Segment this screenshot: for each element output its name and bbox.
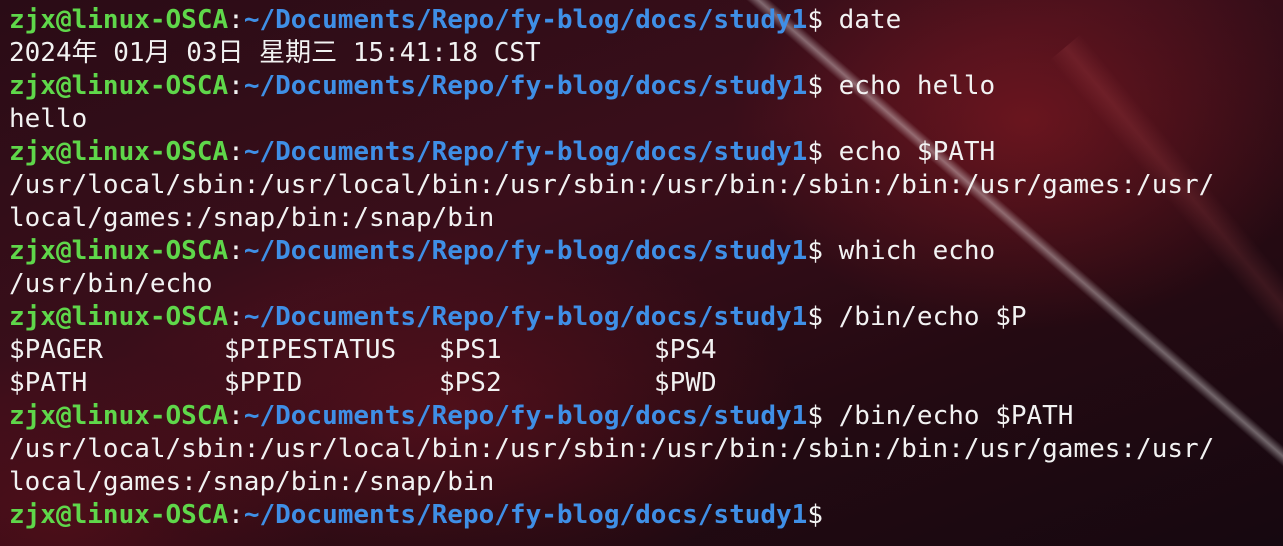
prompt-user-host: zjx@linux-OSCA [9, 71, 229, 101]
completion-item: $PPID [224, 368, 303, 398]
prompt-user-host: zjx@linux-OSCA [9, 5, 229, 35]
prompt-line: zjx@linux-OSCA:~/Documents/Repo/fy-blog/… [9, 235, 1283, 268]
output-text: hello [9, 104, 88, 134]
output-text: /usr/local/sbin:/usr/local/bin:/usr/sbin… [9, 170, 1215, 200]
prompt-symbol: $ [807, 401, 839, 431]
prompt-line: zjx@linux-OSCA:~/Documents/Repo/fy-blog/… [9, 4, 1283, 37]
prompt-colon: : [228, 500, 244, 530]
prompt-colon: : [228, 302, 244, 332]
completion-item: $PAGER [9, 335, 103, 365]
prompt-user-host: zjx@linux-OSCA [9, 302, 229, 332]
prompt-line: zjx@linux-OSCA:~/Documents/Repo/fy-blog/… [9, 301, 1283, 334]
completion-item: $PIPESTATUS [224, 335, 397, 365]
completion-row: $PAGER $PIPESTATUS $PS1 $PS4 [9, 334, 1283, 367]
command-text: echo $PATH [838, 137, 996, 167]
prompt-colon: : [228, 5, 244, 35]
prompt-colon: : [228, 401, 244, 431]
terminal-output[interactable]: zjx@linux-OSCA:~/Documents/Repo/fy-blog/… [9, 4, 1283, 546]
command-text: /bin/echo $P [838, 302, 1027, 332]
prompt-colon: : [228, 71, 244, 101]
prompt-path: ~/Documents/Repo/fy-blog/docs/study1 [243, 236, 808, 266]
prompt-symbol: $ [807, 302, 839, 332]
prompt-symbol: $ [807, 5, 839, 35]
prompt-path: ~/Documents/Repo/fy-blog/docs/study1 [243, 302, 808, 332]
completion-item: $PS2 [439, 368, 502, 398]
output-text: /usr/bin/echo [9, 269, 213, 299]
prompt-user-host: zjx@linux-OSCA [9, 401, 229, 431]
completion-row: $PATH $PPID $PS2 $PWD [9, 367, 1283, 400]
prompt-symbol: $ [807, 236, 839, 266]
prompt-symbol: $ [807, 71, 839, 101]
prompt-colon: : [228, 236, 244, 266]
prompt-symbol: $ [807, 137, 839, 167]
prompt-user-host: zjx@linux-OSCA [9, 500, 229, 530]
prompt-path: ~/Documents/Repo/fy-blog/docs/study1 [243, 500, 808, 530]
output-line: local/games:/snap/bin:/snap/bin [9, 202, 1283, 235]
prompt-line: zjx@linux-OSCA:~/Documents/Repo/fy-blog/… [9, 136, 1283, 169]
output-line: hello [9, 103, 1283, 136]
terminal-window[interactable]: zjx@linux-OSCA:~/Documents/Repo/fy-blog/… [0, 0, 1283, 546]
prompt-line: zjx@linux-OSCA:~/Documents/Repo/fy-blog/… [9, 499, 1283, 532]
output-text: local/games:/snap/bin:/snap/bin [9, 467, 495, 497]
output-line: local/games:/snap/bin:/snap/bin [9, 466, 1283, 499]
prompt-colon: : [228, 137, 244, 167]
output-text: /usr/local/sbin:/usr/local/bin:/usr/sbin… [9, 434, 1215, 464]
prompt-line: zjx@linux-OSCA:~/Documents/Repo/fy-blog/… [9, 70, 1283, 103]
output-line: 2024年 01月 03日 星期三 15:41:18 CST [9, 37, 1283, 70]
completion-item: $PWD [654, 368, 717, 398]
prompt-symbol: $ [807, 500, 839, 530]
prompt-path: ~/Documents/Repo/fy-blog/docs/study1 [243, 401, 808, 431]
prompt-user-host: zjx@linux-OSCA [9, 137, 229, 167]
prompt-path: ~/Documents/Repo/fy-blog/docs/study1 [243, 5, 808, 35]
command-text: date [838, 5, 902, 35]
output-line: /usr/bin/echo [9, 268, 1283, 301]
prompt-user-host: zjx@linux-OSCA [9, 236, 229, 266]
command-text: echo hello [838, 71, 996, 101]
output-text: 2024年 01月 03日 星期三 15:41:18 CST [9, 38, 541, 68]
completion-item: $PS1 [439, 335, 502, 365]
prompt-path: ~/Documents/Repo/fy-blog/docs/study1 [243, 137, 808, 167]
output-line: /usr/local/sbin:/usr/local/bin:/usr/sbin… [9, 169, 1283, 202]
prompt-path: ~/Documents/Repo/fy-blog/docs/study1 [243, 71, 808, 101]
command-text: /bin/echo $PATH [838, 401, 1074, 431]
completion-item: $PS4 [654, 335, 717, 365]
command-text: which echo [838, 236, 996, 266]
output-line: /usr/local/sbin:/usr/local/bin:/usr/sbin… [9, 433, 1283, 466]
prompt-line: zjx@linux-OSCA:~/Documents/Repo/fy-blog/… [9, 400, 1283, 433]
output-text: local/games:/snap/bin:/snap/bin [9, 203, 495, 233]
completion-item: $PATH [9, 368, 88, 398]
